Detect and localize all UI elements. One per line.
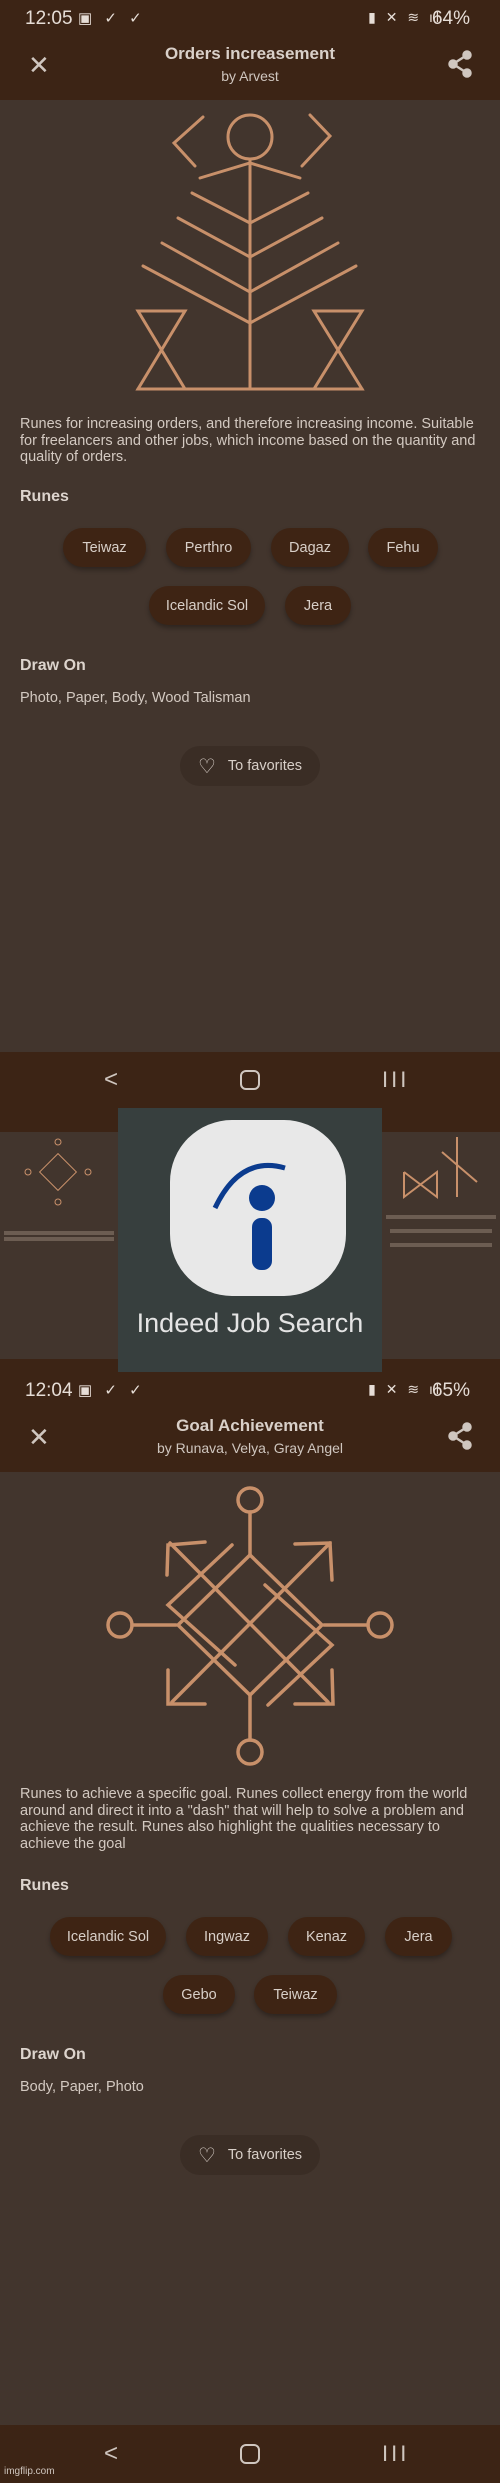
rune-chip[interactable]: Teiwaz [254,1975,337,2014]
description: Runes for increasing orders, and therefo… [20,416,476,466]
rune-chip[interactable]: Icelandic Sol [149,586,265,625]
back-icon[interactable]: < [104,1066,118,1094]
recent-app-thumbnail-right[interactable] [382,1108,500,1372]
recents-icon[interactable]: III [382,2441,409,2467]
status-bar: 12:04 ▣ ✓ ✓ ▮ ✕ ≋ ıl 65% [0,1372,500,1408]
rune-chip[interactable]: Dagaz [271,528,349,567]
author: by Arvest [221,68,279,84]
rune-symbol-orders [135,113,365,391]
draw-on-heading: Draw On [20,2046,86,2063]
rune-chip[interactable]: Jera [385,1917,452,1956]
indeed-logo [170,1120,346,1296]
rune-symbol-goal [106,1486,394,1766]
rune-chip[interactable]: Kenaz [288,1917,365,1956]
app-header: ✕ Goal Achievement by Runava, Velya, Gra… [0,1408,500,1472]
share-icon[interactable] [448,1422,472,1450]
battery-level: 64% [431,8,470,29]
clock: 12:04 [25,1380,73,1401]
watermark: imgflip.com [4,2466,55,2477]
page-title: Orders increasement [164,44,336,63]
system-icons: ▮ ✕ ≋ ıl [368,1381,442,1397]
home-icon[interactable] [240,2444,260,2464]
rune-chip[interactable]: Gebo [163,1975,235,2014]
system-icons: ▮ ✕ ≋ ıl [368,9,442,25]
favorites-label: To favorites [227,2147,303,2163]
rune-chip[interactable]: Perthro [166,528,251,567]
to-favorites-button[interactable]: ♡ To favorites [180,2135,320,2175]
page-title: Goal Achievement [176,1416,324,1435]
draw-on-text: Photo, Paper, Body, Wood Talisman [20,690,251,706]
draw-on-text: Body, Paper, Photo [20,2079,144,2095]
rune-chip[interactable]: Jera [285,586,351,625]
draw-on-heading: Draw On [20,657,86,674]
to-favorites-button[interactable]: ♡ To favorites [180,746,320,786]
clock: 12:05 [25,8,73,29]
recent-app-thumbnail-left[interactable] [0,1108,118,1372]
app-name: Indeed Job Search [136,1308,364,1338]
heart-icon: ♡ [197,2144,216,2167]
battery-level: 65% [431,1380,470,1401]
home-icon[interactable] [240,1070,260,1090]
status-bar: 12:05 ▣ ✓ ✓ ▮ ✕ ≋ ıl 64% [0,0,500,36]
rune-chip[interactable]: Teiwaz [63,528,146,567]
indeed-app-card[interactable]: Indeed Job Search [118,1108,382,1372]
rune-thumbnail-icon [24,1138,92,1206]
author: by Runava, Velya, Gray Angel [157,1440,343,1456]
rune-chip[interactable]: Icelandic Sol [50,1917,166,1956]
rune-chip[interactable]: Ingwaz [186,1917,268,1956]
share-icon[interactable] [448,50,472,78]
runes-heading: Runes [20,488,69,505]
runes-heading: Runes [20,1877,69,1894]
notification-icons: ▣ ✓ ✓ [78,1382,146,1399]
rune-thumbnail-icon [403,1137,478,1200]
favorites-label: To favorites [227,758,303,774]
description: Runes to achieve a specific goal. Runes … [20,1786,468,1853]
back-icon[interactable]: < [104,2440,118,2468]
recents-icon[interactable]: III [382,1067,409,1093]
notification-icons: ▣ ✓ ✓ [78,10,146,27]
nav-bar: < III [0,1052,500,1108]
heart-icon: ♡ [197,755,216,778]
app-header: ✕ Orders increasement by Arvest [0,36,500,100]
nav-bar: < III [0,2425,500,2483]
rune-chip[interactable]: Fehu [368,528,438,567]
